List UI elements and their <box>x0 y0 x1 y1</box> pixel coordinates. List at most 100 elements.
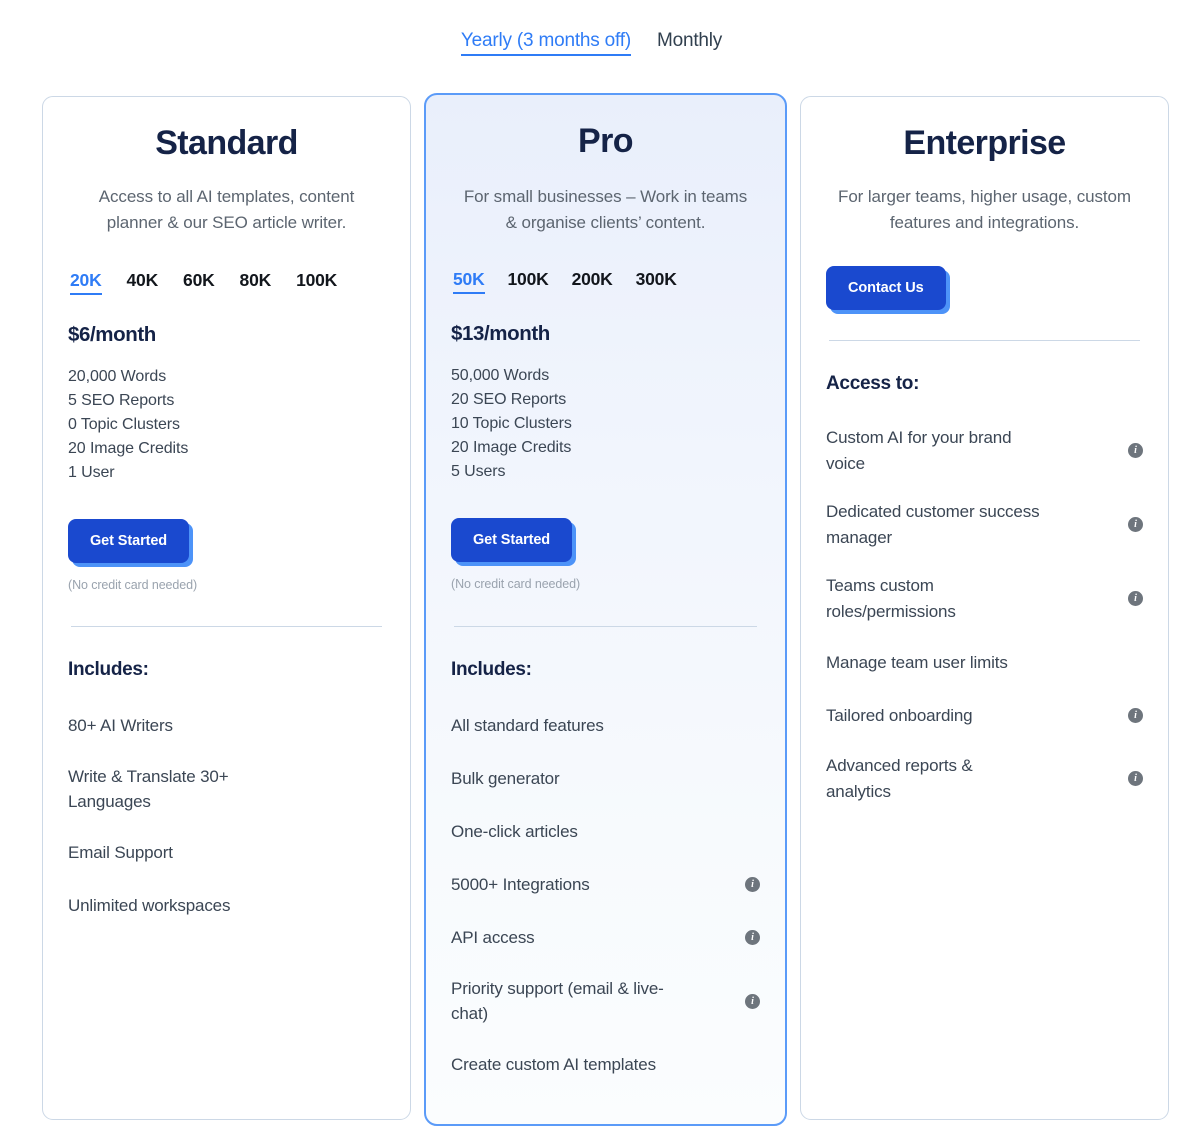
feature-label: API access <box>451 928 535 948</box>
feature-row: 80+ AI Writers <box>68 711 385 741</box>
info-spacer <box>745 1057 760 1072</box>
feature-label: Teams custom roles/permissions <box>826 576 956 621</box>
feature-label: Advanced reports & analytics <box>826 756 973 801</box>
feature-row: All standard features <box>451 711 760 741</box>
feature-list-pro: All standard features Bulk generator One… <box>451 711 760 1080</box>
pricing-card-pro: Pro For small businesses – Work in teams… <box>424 93 787 1126</box>
feature-label: Email Support <box>68 843 173 863</box>
plan-title-standard: Standard <box>155 124 298 162</box>
feature-row: 5000+ Integrations i <box>451 870 760 900</box>
feature-label: Tailored onboarding <box>826 705 973 725</box>
tier-option-200k[interactable]: 200K <box>572 271 613 294</box>
feature-label: One-click articles <box>451 822 578 842</box>
feature-list-standard: 80+ AI Writers Write & Translate 30+ Lan… <box>68 711 385 921</box>
features-title-enterprise: Access to: <box>826 373 920 395</box>
feature-label: Bulk generator <box>451 769 560 789</box>
info-icon[interactable]: i <box>745 877 760 893</box>
quota-item: 1 User <box>68 463 115 481</box>
feature-label: Unlimited workspaces <box>68 896 231 916</box>
cta-note-standard: (No credit card needed) <box>68 577 198 592</box>
info-icon[interactable]: i <box>1128 591 1143 607</box>
info-icon[interactable]: i <box>1128 443 1143 459</box>
tier-option-60k[interactable]: 60K <box>183 272 215 295</box>
plan-title-enterprise: Enterprise <box>903 124 1066 162</box>
info-spacer <box>370 782 385 797</box>
tier-option-80k[interactable]: 80K <box>240 272 272 295</box>
plan-title-pro: Pro <box>578 122 633 160</box>
info-spacer <box>745 718 760 733</box>
feature-row: Email Support <box>68 838 385 868</box>
quota-item: 50,000 Words <box>451 366 550 384</box>
pricing-card-standard: Standard Access to all AI templates, con… <box>42 96 411 1120</box>
info-icon[interactable]: i <box>1128 707 1143 723</box>
tier-selector-standard: 20K 40K 60K 80K 100K <box>68 272 385 295</box>
get-started-button-standard[interactable]: Get Started <box>68 518 190 563</box>
feature-list-enterprise: Custom AI for your brand voice i Dedicat… <box>826 425 1143 804</box>
quota-item: 20 Image Credits <box>451 438 572 456</box>
tier-option-100k[interactable]: 100K <box>296 272 337 295</box>
feature-label: Create custom AI templates <box>451 1055 656 1075</box>
feature-label: All standard features <box>451 716 604 736</box>
feature-row: Advanced reports & analytics i <box>826 753 1143 804</box>
features-title-standard: Includes: <box>68 658 149 680</box>
quota-item: 5 Users <box>451 462 506 480</box>
feature-row: Dedicated customer success manager i <box>826 499 1143 550</box>
plan-quotas-pro: 50,000 Words 20 SEO Reports 10 Topic Clu… <box>451 364 760 484</box>
plan-quotas-standard: 20,000 Words 5 SEO Reports 0 Topic Clust… <box>68 365 385 485</box>
feature-row: One-click articles <box>451 817 760 847</box>
pricing-page: Yearly (3 months off) Monthly Standard A… <box>0 0 1183 1133</box>
quota-item: 20 SEO Reports <box>451 390 567 408</box>
plan-description-standard: Access to all AI templates, content plan… <box>98 186 355 232</box>
info-icon[interactable]: i <box>745 930 760 946</box>
features-title-pro: Includes: <box>451 658 532 680</box>
plan-description-enterprise: For larger teams, higher usage, custom f… <box>838 186 1131 232</box>
feature-label: Write & Translate 30+ Languages <box>68 766 229 812</box>
feature-row: Custom AI for your brand voice i <box>826 425 1143 476</box>
info-spacer <box>370 845 385 860</box>
feature-row: Write & Translate 30+ Languages <box>68 764 385 815</box>
quota-item: 5 SEO Reports <box>68 391 175 409</box>
card-divider <box>454 625 757 627</box>
pricing-cards-row: Standard Access to all AI templates, con… <box>42 93 1173 1126</box>
info-spacer <box>745 771 760 786</box>
feature-label: Dedicated customer success manager <box>826 502 1040 547</box>
cta-wrap-pro: Get Started (No credit card needed) <box>451 517 760 591</box>
plan-description-pro: For small businesses – Work in teams & o… <box>463 186 748 232</box>
tier-option-50k[interactable]: 50K <box>453 271 485 294</box>
feature-label: Custom AI for your brand voice <box>826 428 1012 473</box>
tier-option-20k[interactable]: 20K <box>70 272 102 295</box>
tier-option-100k[interactable]: 100K <box>508 271 549 294</box>
card-divider <box>829 340 1140 342</box>
quota-item: 20,000 Words <box>68 367 167 385</box>
feature-row: Unlimited workspaces <box>68 891 385 921</box>
feature-row: Priority support (email & live-chat) i <box>451 976 760 1027</box>
contact-us-button[interactable]: Contact Us <box>826 266 946 311</box>
info-spacer <box>370 718 385 733</box>
info-icon[interactable]: i <box>1128 517 1143 533</box>
tier-option-300k[interactable]: 300K <box>636 271 677 294</box>
feature-row: Teams custom roles/permissions i <box>826 573 1143 624</box>
quota-item: 10 Topic Clusters <box>451 414 572 432</box>
plan-price-standard: $6/month <box>68 322 156 346</box>
plan-price-pro: $13/month <box>451 321 550 345</box>
feature-label: 80+ AI Writers <box>68 716 173 736</box>
billing-option-monthly[interactable]: Monthly <box>657 30 722 52</box>
feature-row: API access i <box>451 923 760 953</box>
feature-label: Manage team user limits <box>826 652 1008 672</box>
feature-row: Manage team user limits <box>826 647 1143 677</box>
info-icon[interactable]: i <box>1128 771 1143 787</box>
cta-wrap-standard: Get Started (No credit card needed) <box>68 518 385 592</box>
info-spacer <box>745 824 760 839</box>
pricing-card-enterprise: Enterprise For larger teams, higher usag… <box>800 96 1169 1120</box>
tier-selector-pro: 50K 100K 200K 300K <box>451 271 760 294</box>
quota-item: 0 Topic Clusters <box>68 415 180 433</box>
card-divider <box>71 625 382 627</box>
info-icon[interactable]: i <box>745 993 760 1009</box>
billing-option-yearly[interactable]: Yearly (3 months off) <box>460 30 631 56</box>
info-spacer <box>1128 655 1143 670</box>
info-spacer <box>370 898 385 913</box>
billing-period-toggle: Yearly (3 months off) Monthly <box>0 30 1183 56</box>
tier-option-40k[interactable]: 40K <box>127 272 159 295</box>
get-started-button-pro[interactable]: Get Started <box>451 517 573 562</box>
feature-row: Create custom AI templates <box>451 1050 760 1080</box>
